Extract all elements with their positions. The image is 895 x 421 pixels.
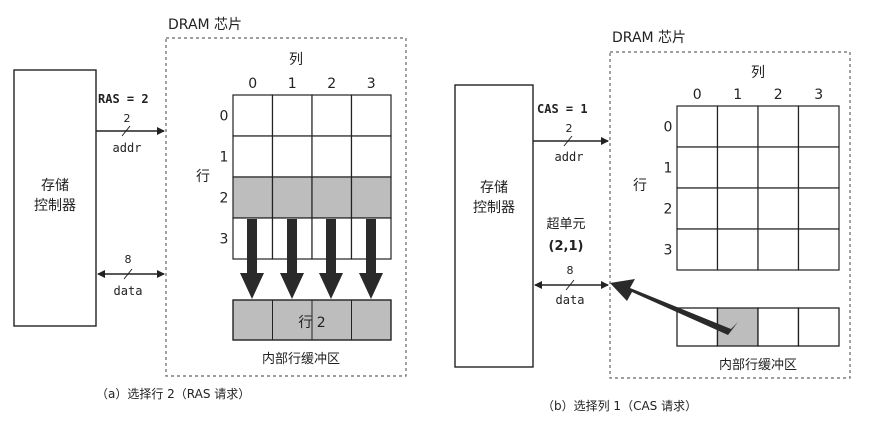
col-index: 3 xyxy=(367,76,376,92)
grid-cell xyxy=(797,105,840,148)
supercell-label-2: (2,1) xyxy=(549,239,584,254)
addr-label-b: addr xyxy=(555,150,584,164)
col-index: 2 xyxy=(327,76,336,92)
grid-cell xyxy=(271,176,313,219)
down-arrow-shaft xyxy=(326,219,336,275)
grid-cell xyxy=(350,176,392,219)
chip-title-b: DRAM 芯片 xyxy=(612,30,686,46)
data-label-a: data xyxy=(114,284,143,298)
grid-cell xyxy=(797,187,840,230)
cas-signal: CAS = 1 xyxy=(537,102,588,116)
grid-cell xyxy=(271,94,313,137)
ras-signal: RAS = 2 xyxy=(98,92,149,106)
panel-b: 存储 控制器 DRAM 芯片 CAS = 1 2 addr 超单元 (2,1) … xyxy=(454,30,851,413)
down-arrow-head xyxy=(359,273,383,299)
addr-width-b: 2 xyxy=(566,122,573,135)
grid-cell xyxy=(676,146,719,189)
row-header-a: 行 xyxy=(196,169,210,185)
grid-cell xyxy=(232,176,274,219)
grid-cell xyxy=(271,135,313,178)
row-buffer-cell xyxy=(757,307,800,347)
down-arrow-shaft xyxy=(247,219,257,275)
caption-b: （b）选择列 1（CAS 请求） xyxy=(542,399,697,413)
controller-label-b-1: 存储 xyxy=(480,180,508,196)
controller-label-a-1: 存储 xyxy=(41,178,69,194)
data-label-b: data xyxy=(556,293,585,307)
dram-diagram: 存储 控制器 DRAM 芯片 RAS = 2 2 addr 8 data 列 行… xyxy=(13,17,851,413)
grid-cell xyxy=(676,105,719,148)
row-header-b: 行 xyxy=(633,178,647,194)
grid-cell xyxy=(350,94,392,137)
row-index: 0 xyxy=(664,120,673,136)
grid-cell xyxy=(311,94,353,137)
row-buffer-cell xyxy=(797,307,840,347)
col-index: 1 xyxy=(288,76,297,92)
grid-cell xyxy=(232,135,274,178)
row-index: 1 xyxy=(664,161,673,177)
grid-cell xyxy=(716,228,759,271)
grid-cell xyxy=(757,228,800,271)
grid-cell xyxy=(350,135,392,178)
memory-controller-b xyxy=(454,84,534,368)
down-arrow-head xyxy=(280,273,304,299)
col-index: 1 xyxy=(733,87,742,103)
grid-cell xyxy=(311,176,353,219)
panel-a: 存储 控制器 DRAM 芯片 RAS = 2 2 addr 8 data 列 行… xyxy=(13,17,407,401)
chip-title-a: DRAM 芯片 xyxy=(168,17,242,33)
down-arrow-head xyxy=(240,273,264,299)
supercell-output-arrow xyxy=(610,279,738,335)
row-index: 3 xyxy=(220,232,229,248)
grid-cell xyxy=(716,187,759,230)
dram-array-b: 0 1 2 3 0 1 2 3 xyxy=(664,87,840,271)
controller-label-b-2: 控制器 xyxy=(473,200,515,216)
row-index: 2 xyxy=(664,202,673,218)
grid-cell xyxy=(716,105,759,148)
addr-width-a: 2 xyxy=(124,112,131,125)
data-width-a: 8 xyxy=(125,253,132,266)
row-index: 2 xyxy=(220,191,229,207)
down-arrow-head xyxy=(319,273,343,299)
row-buffer-b xyxy=(676,307,840,347)
col-index: 2 xyxy=(774,87,783,103)
grid-cell xyxy=(797,228,840,271)
supercell-label-1: 超单元 xyxy=(546,217,585,232)
col-index: 0 xyxy=(248,76,257,92)
grid-cell xyxy=(757,187,800,230)
caption-a: （a）选择行 2（RAS 请求） xyxy=(96,387,250,401)
col-header-a: 列 xyxy=(289,52,303,68)
buffer-row-label: 行 2 xyxy=(298,315,325,331)
down-arrow-shaft xyxy=(287,219,297,275)
grid-cell xyxy=(676,228,719,271)
grid-cell xyxy=(757,105,800,148)
buffer-label-b: 内部行缓冲区 xyxy=(719,357,797,373)
grid-cell xyxy=(757,146,800,189)
dram-array-a: 0 1 2 3 0 1 2 3 xyxy=(220,76,392,260)
col-index: 3 xyxy=(814,87,823,103)
row-index: 3 xyxy=(664,243,673,259)
addr-label-a: addr xyxy=(113,141,142,155)
row-index: 0 xyxy=(220,109,229,125)
grid-cell xyxy=(232,94,274,137)
buffer-label-a: 内部行缓冲区 xyxy=(262,351,340,367)
grid-cell xyxy=(797,146,840,189)
row-index: 1 xyxy=(220,150,229,166)
controller-label-a-2: 控制器 xyxy=(34,198,76,214)
data-width-b: 8 xyxy=(567,264,574,277)
grid-cell xyxy=(311,135,353,178)
col-index: 0 xyxy=(693,87,702,103)
col-header-b: 列 xyxy=(751,65,765,81)
grid-cell xyxy=(716,146,759,189)
down-arrow-shaft xyxy=(366,219,376,275)
grid-cell xyxy=(676,187,719,230)
